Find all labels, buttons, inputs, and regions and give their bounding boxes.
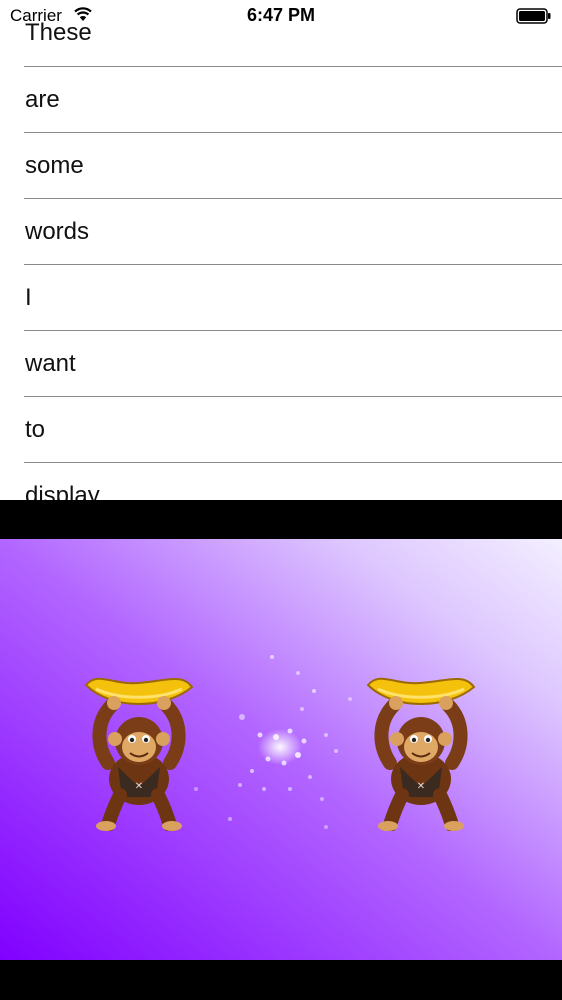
row-label: display — [25, 482, 100, 500]
monkey-with-banana-icon[interactable]: ✕ — [82, 671, 196, 831]
row-label: to — [25, 416, 46, 443]
row-label: some — [25, 152, 84, 179]
clock: 6:47 PM — [246, 5, 316, 25]
table-row[interactable]: to — [24, 396, 562, 463]
monkey-with-banana-icon[interactable]: ✕ — [364, 671, 478, 831]
row-label: I — [25, 284, 32, 311]
table-row[interactable]: display — [24, 462, 562, 500]
svg-text:✕: ✕ — [135, 781, 143, 792]
sparkle-particles — [194, 655, 352, 829]
row-label: are — [25, 86, 60, 113]
row-label: want — [25, 350, 76, 377]
svg-text:✕: ✕ — [417, 781, 425, 792]
row-label: words — [25, 218, 90, 245]
status-bar: Carrier 6:47 PM — [0, 0, 562, 30]
table-row[interactable]: want — [24, 330, 562, 397]
battery-icon — [516, 8, 551, 24]
table-row[interactable]: some — [24, 132, 562, 199]
table-row[interactable]: I — [24, 264, 562, 331]
game-scene[interactable]: ✕ ✕ — [0, 539, 562, 960]
word-list-view[interactable]: These are some words I want to display C… — [0, 0, 562, 500]
top-letterbox-bar — [0, 500, 562, 539]
bottom-letterbox-bar — [0, 960, 562, 1000]
table-row[interactable]: words — [24, 198, 562, 265]
table-row[interactable]: are — [24, 66, 562, 133]
